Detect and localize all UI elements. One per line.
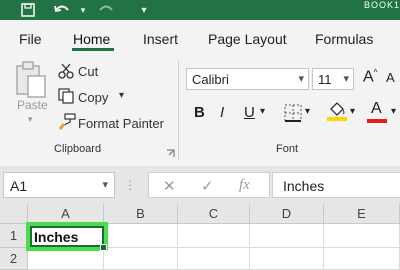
- enter-icon[interactable]: ✓: [201, 177, 214, 195]
- copy-button[interactable]: Copy: [78, 90, 108, 105]
- spreadsheet-grid: A B C D E 1 2 Inches: [0, 204, 400, 270]
- underline-button[interactable]: U: [244, 104, 255, 121]
- borders-icon[interactable]: [284, 104, 302, 127]
- paste-button[interactable]: Paste: [17, 98, 48, 112]
- font-color-dropdown-icon[interactable]: ▾: [391, 106, 396, 117]
- copy-icon[interactable]: [58, 88, 74, 109]
- cell-a2[interactable]: [28, 248, 104, 270]
- row-header-2[interactable]: 2: [0, 248, 28, 270]
- paste-icon[interactable]: [14, 60, 48, 100]
- name-box[interactable]: A1 ▾: [3, 172, 115, 198]
- formula-bar: A1 ▾ ⋮ ✕ ✓ fx Inches: [0, 166, 400, 204]
- cell-b1[interactable]: [104, 224, 178, 248]
- font-size-select[interactable]: 11 ▾: [312, 68, 354, 90]
- formula-input[interactable]: Inches: [272, 172, 400, 198]
- copy-dropdown-icon[interactable]: ▾: [119, 90, 124, 101]
- fill-color-icon[interactable]: [326, 100, 348, 127]
- decrease-font-size-button[interactable]: A: [386, 70, 395, 85]
- font-size-value: 11: [318, 71, 332, 87]
- chevron-down-icon: ▾: [298, 73, 304, 85]
- underline-dropdown-icon[interactable]: ▾: [260, 106, 265, 117]
- font-color-icon: A: [371, 100, 382, 117]
- column-header-d[interactable]: D: [250, 204, 324, 224]
- insert-function-button[interactable]: fx: [239, 177, 250, 194]
- font-name-select[interactable]: Calibri ▾: [186, 68, 309, 90]
- column-header-e[interactable]: E: [324, 204, 400, 224]
- cut-button[interactable]: Cut: [78, 64, 98, 79]
- chevron-down-icon: ▾: [102, 179, 108, 191]
- cell-e1[interactable]: [324, 224, 400, 248]
- tab-insert[interactable]: Insert: [143, 31, 178, 47]
- cell-c2[interactable]: [178, 248, 250, 270]
- name-box-value: A1: [10, 178, 28, 194]
- cell-e2[interactable]: [324, 248, 400, 270]
- column-header-b[interactable]: B: [104, 204, 178, 224]
- cut-icon[interactable]: [58, 63, 74, 84]
- paste-dropdown-icon[interactable]: ▾: [28, 114, 33, 125]
- chevron-down-icon: ▾: [343, 73, 349, 85]
- title-bar: ▾ ▾ BOOK1: [0, 0, 400, 20]
- format-painter-button[interactable]: Format Painter: [78, 116, 164, 131]
- fill-handle[interactable]: [100, 244, 107, 251]
- format-painter-icon[interactable]: [58, 113, 76, 136]
- customize-toolbar-icon[interactable]: ▾: [138, 0, 150, 20]
- font-group-label: Font: [276, 143, 299, 155]
- redo-icon[interactable]: [94, 0, 118, 20]
- tab-file[interactable]: File: [19, 31, 42, 47]
- select-all-corner[interactable]: [0, 204, 28, 224]
- font-name-value: Calibri: [192, 71, 229, 87]
- italic-button[interactable]: I: [220, 104, 224, 121]
- tab-home[interactable]: Home: [73, 31, 110, 47]
- cancel-icon[interactable]: ✕: [163, 177, 176, 195]
- group-separator: [178, 60, 179, 160]
- formula-buttons: ✕ ✓ fx: [148, 172, 270, 198]
- column-header-a[interactable]: A: [28, 204, 104, 224]
- undo-icon[interactable]: [50, 0, 74, 20]
- more-options-icon: ⋮: [124, 178, 136, 192]
- clipboard-dialog-launcher-icon[interactable]: [166, 145, 175, 163]
- borders-dropdown-icon[interactable]: ▾: [305, 106, 310, 117]
- tab-formulas[interactable]: Formulas: [315, 31, 373, 47]
- column-header-c[interactable]: C: [178, 204, 250, 224]
- bold-button[interactable]: B: [194, 104, 205, 121]
- ribbon: Paste ▾ Cut Copy ▾ Format Painter Clipbo…: [0, 56, 400, 167]
- workbook-title: BOOK1: [363, 0, 400, 10]
- active-tab-indicator: [72, 48, 114, 51]
- increase-font-size-button[interactable]: A^: [363, 68, 377, 86]
- cell-b2[interactable]: [104, 248, 178, 270]
- increase-font-size-icon: A: [363, 68, 374, 86]
- undo-dropdown-icon[interactable]: ▾: [78, 0, 88, 20]
- font-color-swatch: [367, 119, 387, 123]
- cell-c1[interactable]: [178, 224, 250, 248]
- cell-d2[interactable]: [250, 248, 324, 270]
- tab-page-layout[interactable]: Page Layout: [208, 31, 287, 47]
- font-color-button[interactable]: A: [371, 100, 382, 118]
- row-header-1[interactable]: 1: [0, 224, 28, 248]
- save-icon[interactable]: [18, 0, 38, 20]
- cell-d1[interactable]: [250, 224, 324, 248]
- ribbon-tabs: File Home Insert Page Layout Formulas: [0, 20, 400, 56]
- clipboard-group-label: Clipboard: [54, 143, 102, 155]
- decrease-font-size-icon: A: [386, 70, 395, 85]
- fill-color-dropdown-icon[interactable]: ▾: [350, 106, 355, 117]
- cell-a1[interactable]: Inches: [30, 226, 104, 247]
